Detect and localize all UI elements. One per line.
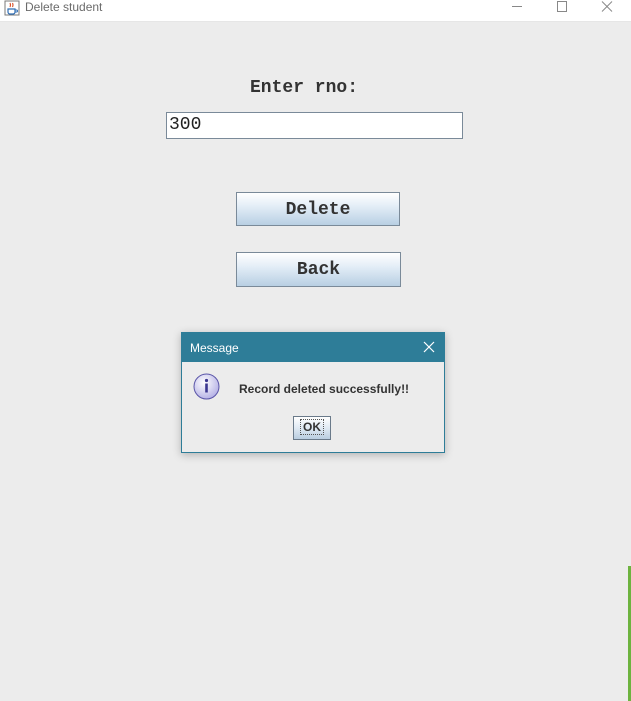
close-icon[interactable] <box>422 340 436 354</box>
delete-button[interactable]: Delete <box>236 192 400 226</box>
ok-button[interactable]: OK <box>293 416 331 440</box>
minimize-icon <box>512 6 522 7</box>
close-icon <box>601 1 613 12</box>
dialog-title: Message <box>190 341 239 355</box>
back-button[interactable]: Back <box>236 252 401 287</box>
window-title: Delete student <box>25 0 103 14</box>
info-icon <box>193 373 220 400</box>
minimize-button[interactable] <box>502 0 532 14</box>
ok-button-label: OK <box>300 419 324 435</box>
close-window-button[interactable] <box>592 0 622 14</box>
java-cup-icon <box>4 0 20 16</box>
maximize-button[interactable] <box>547 0 577 14</box>
maximize-icon <box>557 1 567 12</box>
window-titlebar: Delete student <box>0 0 631 22</box>
dialog-message: Record deleted successfully!! <box>239 382 410 396</box>
rno-input[interactable] <box>166 112 463 139</box>
dialog-titlebar: Message <box>182 333 444 362</box>
rno-label: Enter rno: <box>249 78 359 98</box>
message-dialog: Message Record deleted successfully!! OK <box>181 332 445 453</box>
